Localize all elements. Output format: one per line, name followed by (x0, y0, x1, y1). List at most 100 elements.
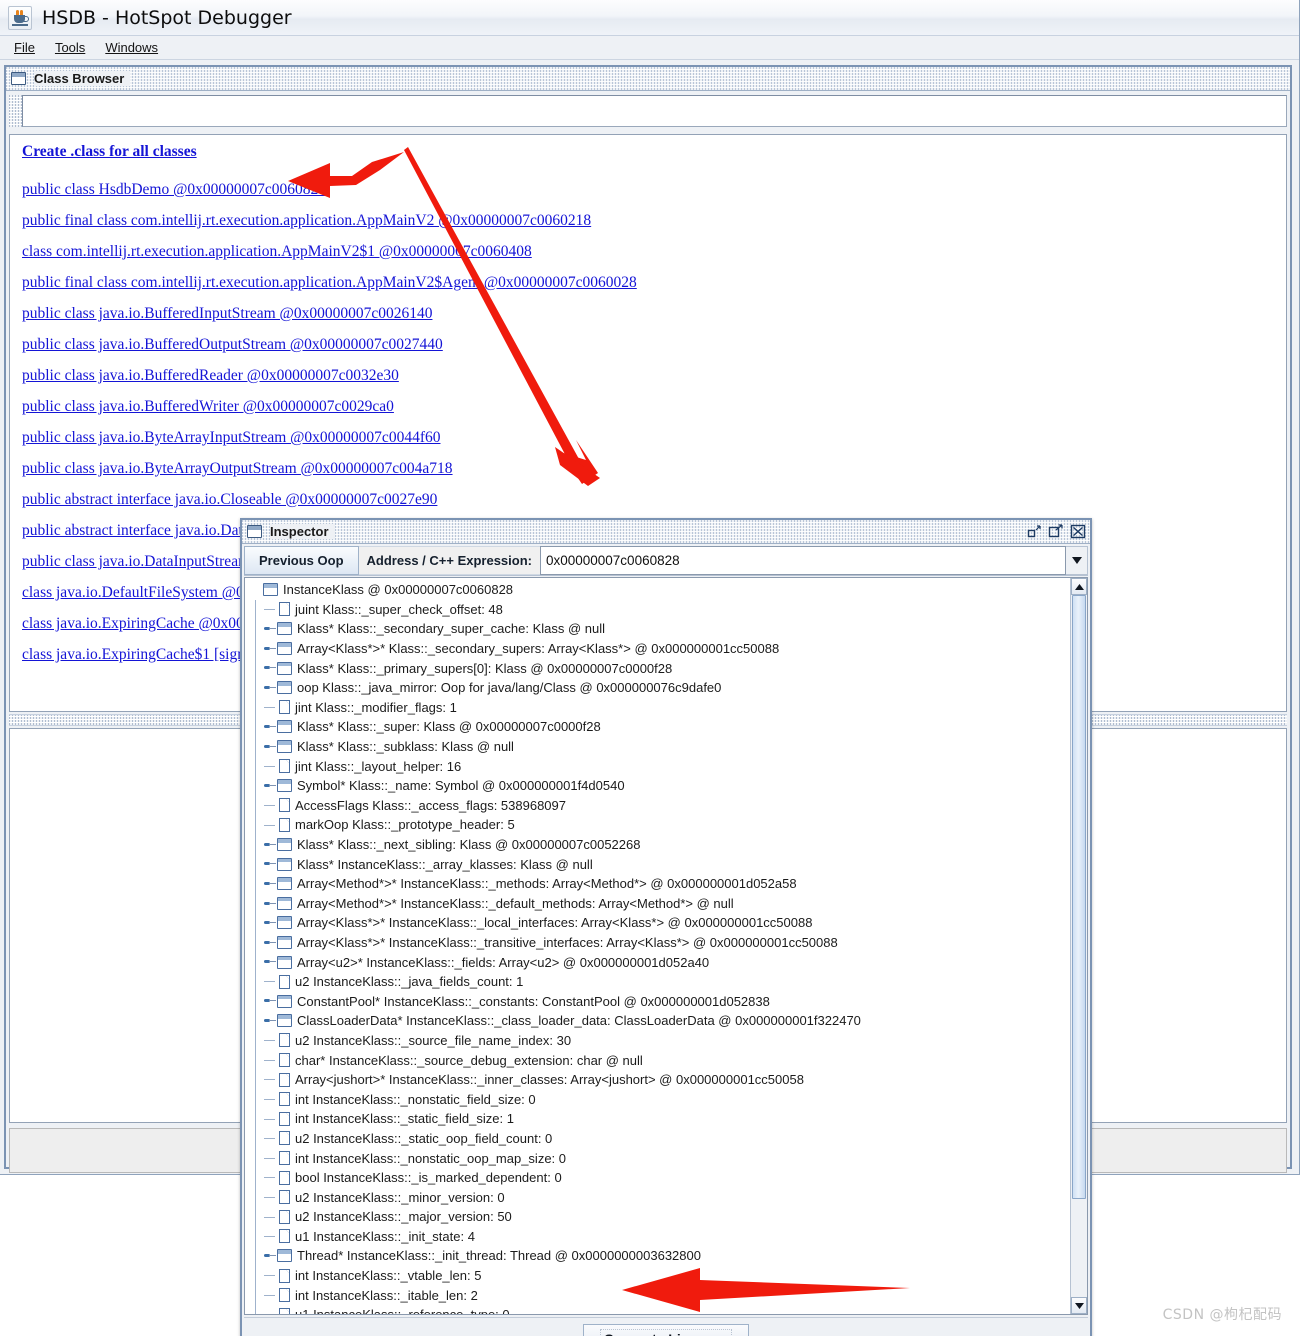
previous-oop-button[interactable]: Previous Oop (244, 546, 359, 575)
expand-toggle-icon[interactable] (263, 619, 277, 639)
chevron-down-icon[interactable] (1066, 546, 1088, 575)
tree-row[interactable]: u2 InstanceKlass::_source_file_name_inde… (249, 1030, 1070, 1051)
expand-toggle-icon[interactable] (263, 952, 277, 972)
tree-row[interactable]: u2 InstanceKlass::_minor_version: 0 (249, 1187, 1070, 1207)
tree-indent (249, 1089, 263, 1109)
tree-row[interactable]: u2 InstanceKlass::_static_oop_field_coun… (249, 1128, 1070, 1149)
expand-toggle-icon[interactable] (263, 737, 277, 757)
expand-toggle-icon[interactable] (263, 776, 277, 796)
inspector-frame: Inspector Previous Oop Address / C++ Exp… (240, 518, 1092, 1336)
class-link[interactable]: class com.intellij.rt.execution.applicat… (22, 243, 1276, 261)
menu-tools[interactable]: Tools (45, 38, 95, 57)
menu-windows[interactable]: Windows (95, 38, 168, 57)
class-search-input[interactable] (22, 95, 1287, 127)
class-link[interactable]: public class java.io.ByteArrayOutputStre… (22, 460, 1276, 478)
compute-liveness-label: Compute Liveness (599, 1328, 733, 1336)
expand-toggle-icon[interactable] (263, 717, 277, 737)
tree-row[interactable]: int InstanceKlass::_static_field_size: 1 (249, 1109, 1070, 1129)
triangle-up-icon[interactable] (1071, 578, 1087, 595)
tree-row[interactable]: char* InstanceKlass::_source_debug_exten… (249, 1050, 1070, 1070)
tree-row[interactable]: Klass* Klass::_secondary_super_cache: Kl… (249, 619, 1070, 639)
expand-toggle-icon[interactable] (263, 894, 277, 914)
class-link[interactable]: public final class com.intellij.rt.execu… (22, 274, 1276, 292)
tree-row[interactable]: jint Klass::_modifier_flags: 1 (249, 697, 1070, 718)
expand-toggle-icon[interactable] (263, 933, 277, 953)
tree-row[interactable]: markOop Klass::_prototype_header: 5 (249, 815, 1070, 835)
toolbar-grip-handle[interactable] (9, 95, 22, 127)
expand-toggle-icon[interactable] (263, 991, 277, 1011)
tree-indent (249, 1304, 263, 1314)
tree-row-label: Klass* Klass::_super: Klass @ 0x00000007… (297, 719, 601, 735)
minimize-icon[interactable] (1026, 524, 1042, 539)
tree-branch-line (263, 1089, 277, 1109)
tree-row[interactable]: jint Klass::_layout_helper: 16 (249, 756, 1070, 776)
class-link[interactable]: public class java.io.BufferedOutputStrea… (22, 336, 1276, 354)
tree-row[interactable]: Klass* Klass::_super: Klass @ 0x00000007… (249, 717, 1070, 737)
close-icon[interactable] (1070, 524, 1086, 539)
tree-row[interactable]: u2 InstanceKlass::_java_fields_count: 1 (249, 971, 1070, 992)
tree-row[interactable]: Array<Klass*>* InstanceKlass::_transitiv… (249, 932, 1070, 953)
expand-toggle-icon[interactable] (263, 1246, 277, 1266)
tree-row[interactable]: Klass* Klass::_subklass: Klass @ null (249, 736, 1070, 757)
tree-row[interactable]: Klass* InstanceKlass::_array_klasses: Kl… (249, 854, 1070, 874)
class-link[interactable]: public final class com.intellij.rt.execu… (22, 212, 1276, 230)
expand-toggle-icon[interactable] (263, 874, 277, 894)
tree-row[interactable]: InstanceKlass @ 0x00000007c0060828 (249, 580, 1070, 600)
class-link[interactable]: public class java.io.BufferedReader @0x0… (22, 367, 1276, 385)
tree-row[interactable]: Klass* Klass::_primary_supers[0]: Klass … (249, 658, 1070, 678)
expand-toggle-icon[interactable] (263, 854, 277, 874)
inspector-vertical-scrollbar[interactable] (1070, 578, 1087, 1314)
scrollbar-thumb[interactable] (1072, 595, 1086, 1199)
expand-toggle-icon[interactable] (263, 913, 277, 933)
tree-row[interactable]: int InstanceKlass::_itable_len: 2 (249, 1285, 1070, 1305)
tree-row[interactable]: juint Klass::_super_check_offset: 48 (249, 599, 1070, 620)
tree-row[interactable]: bool InstanceKlass::_is_marked_dependent… (249, 1167, 1070, 1188)
tree-row[interactable]: Array<Klass*>* InstanceKlass::_local_int… (249, 913, 1070, 933)
tree-row[interactable]: AccessFlags Klass::_access_flags: 538968… (249, 795, 1070, 816)
tree-row[interactable]: u1 InstanceKlass::_init_state: 4 (249, 1226, 1070, 1247)
tree-row[interactable]: ClassLoaderData* InstanceKlass::_class_l… (249, 1011, 1070, 1031)
folder-node-icon (263, 583, 278, 597)
expand-toggle-icon[interactable] (263, 678, 277, 698)
screenshot-root: HSDB - HotSpot Debugger File Tools Windo… (0, 0, 1300, 1336)
class-link[interactable]: public class java.io.BufferedWriter @0x0… (22, 398, 1276, 416)
tree-row[interactable]: oop Klass::_java_mirror: Oop for java/la… (249, 677, 1070, 698)
expand-toggle-icon[interactable] (263, 639, 277, 659)
class-link[interactable]: public class HsdbDemo @0x00000007c006082… (22, 181, 1276, 199)
expand-toggle-icon[interactable] (263, 835, 277, 855)
maximize-icon[interactable] (1048, 524, 1064, 539)
tree-indent (249, 658, 263, 678)
expand-toggle-icon[interactable] (263, 658, 277, 678)
create-class-for-all-classes-link[interactable]: Create .class for all classes (22, 143, 1276, 161)
tree-branch-line (263, 600, 277, 620)
address-expression-input[interactable] (539, 546, 1066, 575)
tree-indent (249, 1167, 263, 1188)
address-expression-label: Address / C++ Expression: (358, 546, 540, 575)
tree-row[interactable]: Thread* InstanceKlass::_init_thread: Thr… (249, 1246, 1070, 1266)
inspector-titlebar[interactable]: Inspector (242, 520, 1090, 544)
tree-row[interactable]: u1 InstanceKlass::_reference_type: 0 (249, 1304, 1070, 1314)
tree-row[interactable]: Symbol* Klass::_name: Symbol @ 0x0000000… (249, 775, 1070, 796)
tree-row[interactable]: ConstantPool* InstanceKlass::_constants:… (249, 991, 1070, 1011)
oop-field-tree[interactable]: InstanceKlass @ 0x00000007c0060828 juint … (245, 578, 1070, 1314)
menu-file[interactable]: File (4, 38, 45, 57)
class-link[interactable]: public class java.io.ByteArrayInputStrea… (22, 429, 1276, 447)
class-link[interactable]: public class java.io.BufferedInputStream… (22, 305, 1276, 323)
tree-row[interactable]: Klass* Klass::_next_sibling: Klass @ 0x0… (249, 834, 1070, 855)
tree-row[interactable]: u2 InstanceKlass::_major_version: 50 (249, 1207, 1070, 1227)
class-browser-titlebar[interactable]: Class Browser (6, 67, 1290, 91)
tree-row[interactable]: Array<u2>* InstanceKlass::_fields: Array… (249, 952, 1070, 972)
compute-liveness-button[interactable]: Compute Liveness (582, 1323, 750, 1336)
scrollbar-track[interactable] (1071, 595, 1087, 1297)
tree-row[interactable]: int InstanceKlass::_nonstatic_field_size… (249, 1089, 1070, 1109)
tree-indent (249, 1148, 263, 1168)
triangle-down-icon[interactable] (1071, 1297, 1087, 1314)
tree-row[interactable]: Array<Klass*>* Klass::_secondary_supers:… (249, 638, 1070, 659)
tree-row[interactable]: int InstanceKlass::_vtable_len: 5 (249, 1265, 1070, 1286)
tree-row[interactable]: Array<Method*>* InstanceKlass::_methods:… (249, 873, 1070, 894)
tree-row[interactable]: int InstanceKlass::_nonstatic_oop_map_si… (249, 1148, 1070, 1168)
tree-row[interactable]: Array<jushort>* InstanceKlass::_inner_cl… (249, 1069, 1070, 1090)
expand-toggle-icon[interactable] (263, 1011, 277, 1031)
tree-row[interactable]: Array<Method*>* InstanceKlass::_default_… (249, 893, 1070, 914)
class-link[interactable]: public abstract interface java.io.Closea… (22, 491, 1276, 509)
